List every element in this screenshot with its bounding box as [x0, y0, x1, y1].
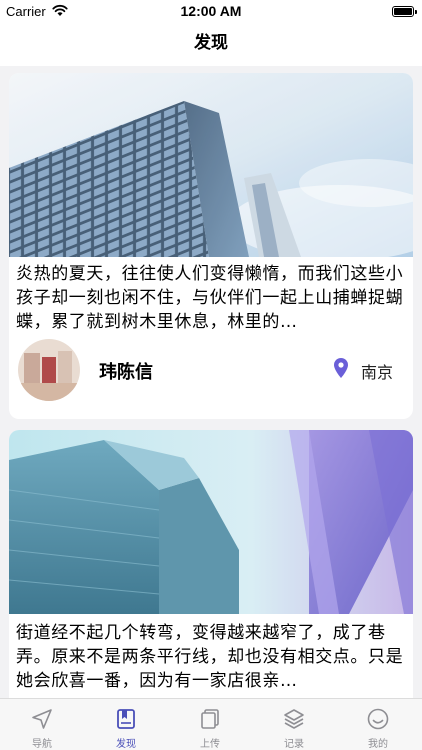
post-text: 炎热的夏天，往往使人们变得懒惰，而我们这些小孩子却一刻也闲不住，与伙伴们一起上山…: [16, 264, 404, 332]
post-image: [9, 73, 413, 257]
navigation-bar: 发现: [0, 24, 422, 66]
page-title: 发现: [194, 33, 228, 53]
tab-mine[interactable]: 我的: [336, 699, 420, 750]
battery-icon: [392, 6, 417, 17]
author-name: 玮陈信: [99, 362, 153, 383]
tab-bar: 导航 发现 上传 记录 我的: [0, 698, 422, 750]
location-pin-icon: [334, 358, 348, 378]
smile-face-icon: [367, 708, 389, 730]
discover-feed[interactable]: 炎热的夏天，往往使人们变得懒惰，而我们这些小孩子却一刻也闲不住，与伙伴们一起上山…: [0, 66, 422, 698]
avatar[interactable]: [18, 339, 80, 401]
tab-label: 我的: [368, 739, 388, 750]
post-image: [9, 430, 413, 614]
location-label: 南京: [361, 363, 394, 382]
tab-label: 导航: [32, 739, 52, 750]
tab-label: 上传: [200, 739, 220, 750]
author-row[interactable]: 玮陈信 南京: [9, 339, 413, 403]
navigation-arrow-icon: [32, 709, 52, 729]
tab-label: 记录: [284, 739, 304, 750]
layers-icon: [284, 709, 304, 729]
status-bar: Carrier 12:00 AM: [0, 0, 422, 24]
post-card[interactable]: 街道经不起几个转弯，变得越来越窄了，成了巷弄。原来不是两条平行线，却也没有相交点…: [9, 430, 413, 698]
status-time: 12:00 AM: [180, 3, 242, 19]
upload-cards-icon: [201, 709, 219, 729]
discover-book-icon: [117, 709, 135, 729]
tab-upload[interactable]: 上传: [168, 699, 252, 750]
post-text: 街道经不起几个转弯，变得越来越窄了，成了巷弄。原来不是两条平行线，却也没有相交点…: [16, 623, 404, 691]
tab-discover[interactable]: 发现: [84, 699, 168, 750]
tab-navigation[interactable]: 导航: [0, 699, 84, 750]
tab-label: 发现: [116, 739, 136, 750]
tab-records[interactable]: 记录: [252, 699, 336, 750]
post-card[interactable]: 炎热的夏天，往往使人们变得懒惰，而我们这些小孩子却一刻也闲不住，与伙伴们一起上山…: [9, 73, 413, 419]
